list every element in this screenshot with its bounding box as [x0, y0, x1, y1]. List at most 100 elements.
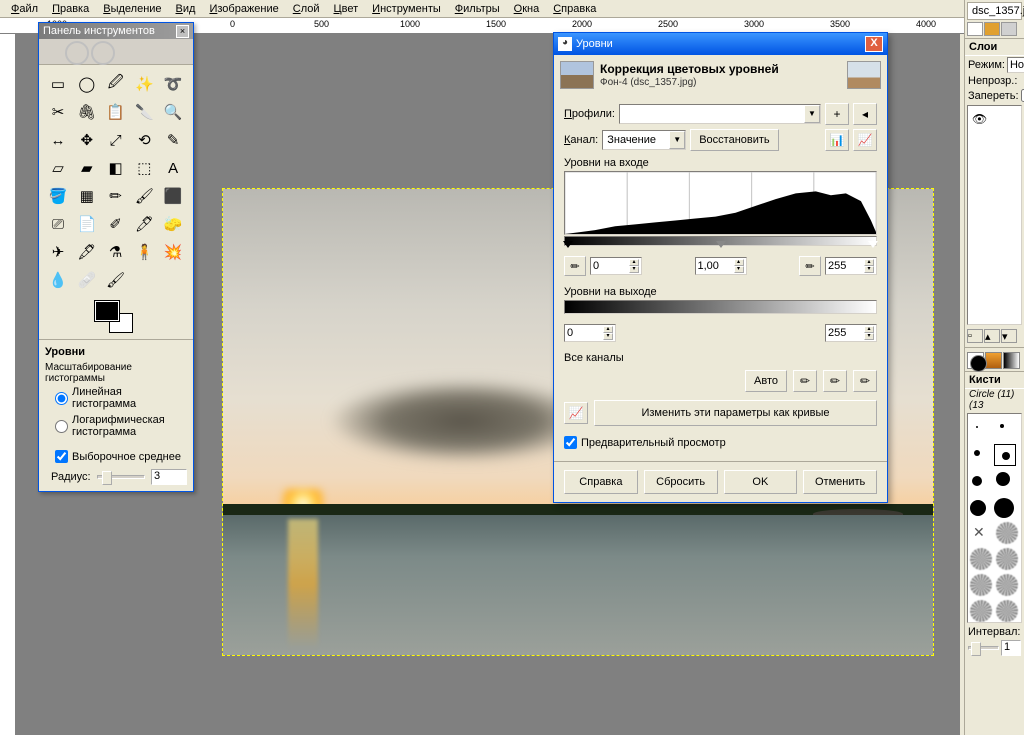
pick-gray-button[interactable]: ✏: [823, 370, 847, 392]
menu-help[interactable]: Справка: [546, 2, 603, 15]
linear-histogram-radio[interactable]: [55, 392, 68, 405]
fg-color-swatch[interactable]: [95, 301, 119, 321]
ellipse-select-tool-icon[interactable]: ◯: [74, 71, 100, 97]
paths-tab-icon[interactable]: [1001, 22, 1017, 36]
input-high-spin[interactable]: 255▴▾: [825, 257, 877, 275]
gamma-slider[interactable]: [716, 241, 726, 253]
ok-button[interactable]: OK: [724, 470, 798, 494]
toolbox-titlebar[interactable]: Панель инструментов ×: [39, 23, 193, 39]
menu-windows[interactable]: Окна: [507, 2, 547, 15]
lock-check[interactable]: [1021, 89, 1024, 102]
new-layer-icon[interactable]: ▫: [967, 329, 983, 343]
tool-36-icon[interactable]: 💧: [45, 267, 71, 293]
layers-tab-icon[interactable]: [967, 22, 983, 36]
histogram[interactable]: [564, 171, 877, 235]
reset-button[interactable]: Сбросить: [644, 470, 718, 494]
perspective-clone-tool-icon[interactable]: 🧽: [160, 211, 186, 237]
free-select-tool-icon[interactable]: 🖉: [103, 71, 129, 97]
menu-view[interactable]: Вид: [169, 2, 203, 15]
blur-tool-icon[interactable]: ✈: [45, 239, 71, 265]
channel-combo[interactable]: Значение▼: [602, 130, 686, 150]
pencil-tool-icon[interactable]: ✏: [103, 183, 129, 209]
menu-tools[interactable]: Инструменты: [365, 2, 448, 15]
color-picker-tool-icon[interactable]: 🔪: [131, 99, 157, 125]
menu-layer[interactable]: Слой: [286, 2, 327, 15]
eraser-tool-icon[interactable]: ⬛: [160, 183, 186, 209]
gradients-tab-icon[interactable]: [1003, 352, 1020, 369]
interval-slider[interactable]: [968, 646, 999, 650]
menu-file[interactable]: Файл: [4, 2, 45, 15]
scissors-tool-icon[interactable]: ✂: [45, 99, 71, 125]
tool-34-icon[interactable]: 🧍: [131, 239, 157, 265]
visibility-icon[interactable]: 👁: [972, 112, 987, 126]
help-button[interactable]: Справка: [564, 470, 638, 494]
input-gamma-spin[interactable]: 1,00▴▾: [695, 257, 747, 275]
input-gradient[interactable]: [564, 236, 877, 246]
log-hist-button[interactable]: 📈: [853, 129, 877, 151]
curves-icon-button[interactable]: 📈: [564, 402, 588, 424]
tool-37-icon[interactable]: 🩹: [74, 267, 100, 293]
zoom-tool-icon[interactable]: 🔍: [160, 99, 186, 125]
sample-average-check[interactable]: [55, 450, 68, 463]
bucket-fill-tool-icon[interactable]: 🪣: [45, 183, 71, 209]
clone-tool-icon[interactable]: ✐: [103, 211, 129, 237]
ink-tool-icon[interactable]: 📄: [74, 211, 100, 237]
paintbrush-tool-icon[interactable]: 🖌: [131, 183, 157, 209]
pick-black-button[interactable]: ✏: [793, 370, 817, 392]
move-tool-icon[interactable]: ✥: [74, 127, 100, 153]
mode-combo[interactable]: Нор: [1007, 57, 1024, 73]
output-low-spin[interactable]: 0▴▾: [564, 324, 616, 342]
radius-slider[interactable]: [97, 475, 145, 479]
shear-tool-icon[interactable]: ▰: [74, 155, 100, 181]
restore-button[interactable]: Восстановить: [690, 129, 778, 151]
menu-color[interactable]: Цвет: [327, 2, 366, 15]
preview-check[interactable]: [564, 436, 577, 449]
rect-select-tool-icon[interactable]: ▭: [45, 71, 71, 97]
log-histogram-radio[interactable]: [55, 420, 68, 433]
profile-combo[interactable]: ▼: [619, 104, 821, 124]
selected-brush[interactable]: [994, 444, 1016, 466]
tool-35-icon[interactable]: 💥: [160, 239, 186, 265]
doc-tab[interactable]: dsc_1357.j: [967, 2, 1022, 20]
brush-grid[interactable]: ✕: [967, 413, 1022, 623]
lower-layer-icon[interactable]: ▾: [1001, 329, 1017, 343]
scale-tool-icon[interactable]: ▱: [45, 155, 71, 181]
patterns-tab-icon[interactable]: [985, 352, 1002, 369]
pick-white-button[interactable]: ✏: [853, 370, 877, 392]
flip-tool-icon[interactable]: ⬚: [131, 155, 157, 181]
perspective-tool-icon[interactable]: ◧: [103, 155, 129, 181]
fuzzy-select-tool-icon[interactable]: ✨: [131, 71, 157, 97]
close-icon[interactable]: ×: [176, 25, 189, 38]
interval-value[interactable]: 1: [1001, 640, 1021, 656]
rotate-tool-icon[interactable]: ✎: [160, 127, 186, 153]
dodge-tool-icon[interactable]: ⚗: [103, 239, 129, 265]
blend-tool-icon[interactable]: ▦: [74, 183, 100, 209]
crop-tool-icon[interactable]: ⟲: [131, 127, 157, 153]
edit-as-curves-button[interactable]: Изменить эти параметры как кривые: [594, 400, 877, 426]
close-icon[interactable]: X: [865, 36, 883, 52]
black-picker-icon[interactable]: ✏: [564, 256, 586, 276]
color-select-tool-icon[interactable]: ➰: [160, 71, 186, 97]
fg-bg-color[interactable]: [39, 299, 193, 339]
menu-select[interactable]: Выделение: [96, 2, 168, 15]
airbrush-tool-icon[interactable]: ⎚: [45, 211, 71, 237]
white-picker-icon[interactable]: ✏: [799, 256, 821, 276]
paths-tool-icon[interactable]: 📋: [103, 99, 129, 125]
levels-titlebar[interactable]: ◕ Уровни X: [554, 33, 887, 55]
linear-hist-button[interactable]: 📊: [825, 129, 849, 151]
raise-layer-icon[interactable]: ▴: [984, 329, 1000, 343]
black-point-slider[interactable]: [563, 241, 573, 253]
cancel-button[interactable]: Отменить: [803, 470, 877, 494]
radius-input[interactable]: 3: [151, 469, 187, 485]
tool-38-icon[interactable]: 🖌: [103, 267, 129, 293]
menu-filters[interactable]: Фильтры: [448, 2, 507, 15]
white-point-slider[interactable]: [868, 241, 878, 253]
input-low-spin[interactable]: 0▴▾: [590, 257, 642, 275]
foreground-select-tool-icon[interactable]: 🖇: [74, 99, 100, 125]
layers-list[interactable]: 👁: [967, 105, 1022, 325]
menu-edit[interactable]: Правка: [45, 2, 96, 15]
menu-image[interactable]: Изображение: [202, 2, 285, 15]
output-high-spin[interactable]: 255▴▾: [825, 324, 877, 342]
text-tool-icon[interactable]: A: [160, 155, 186, 181]
measure-tool-icon[interactable]: ↔: [45, 127, 71, 153]
